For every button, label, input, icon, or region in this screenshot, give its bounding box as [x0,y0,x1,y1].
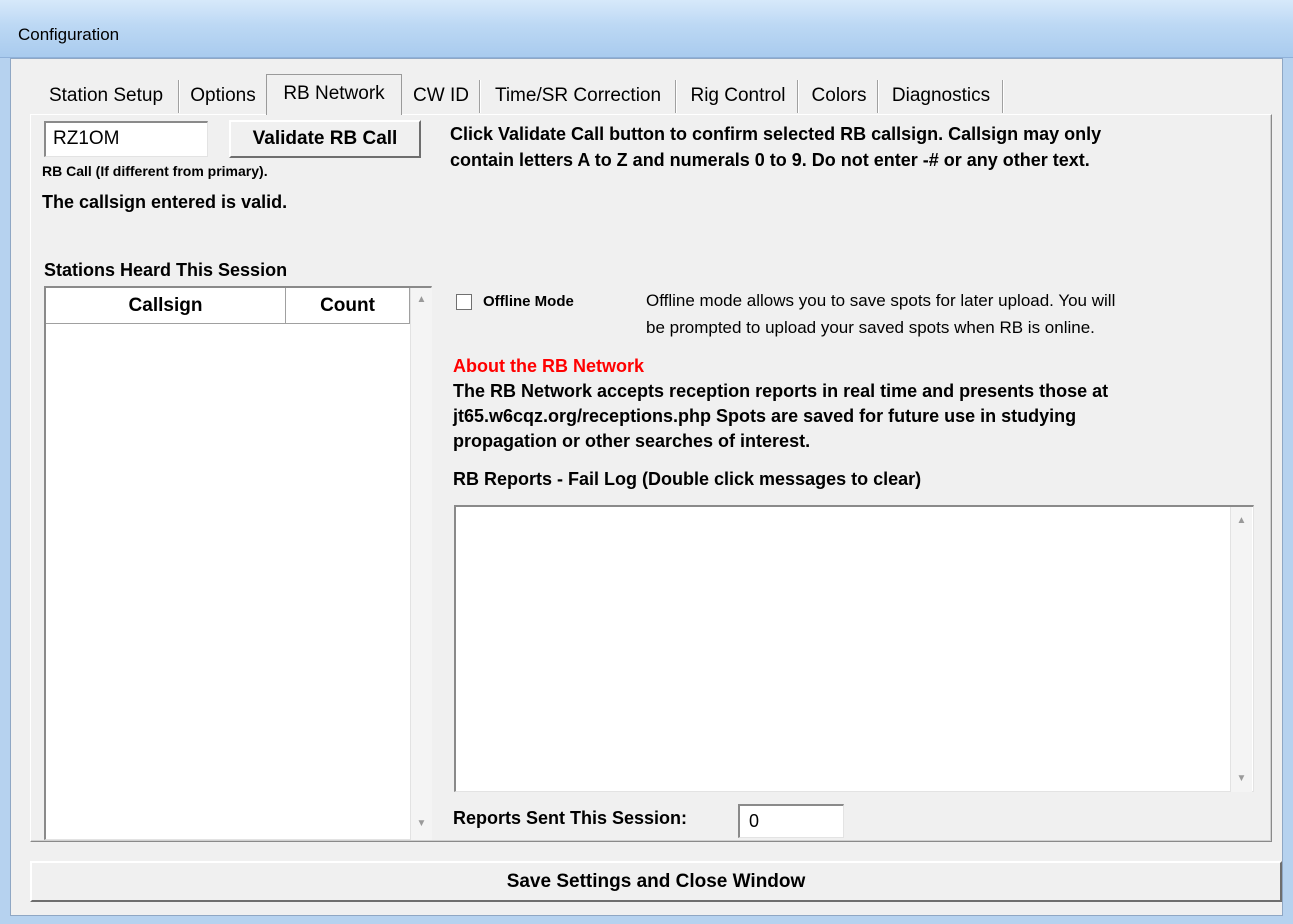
tab-diagnostics[interactable]: Diagnostics [881,80,1001,114]
column-header-callsign[interactable]: Callsign [46,288,286,324]
about-heading: About the RB Network [453,356,644,376]
fail-log-scrollbar[interactable]: ▲ ▼ [1230,507,1252,792]
about-line-3: propagation or other searches of interes… [453,431,811,451]
stations-list-scrollbar[interactable]: ▲ ▼ [410,288,432,840]
scroll-up-arrow-icon[interactable]: ▲ [411,294,432,305]
stations-heard-heading: Stations Heard This Session [44,260,288,280]
scroll-up-arrow-icon[interactable]: ▲ [1231,515,1252,526]
tab-divider [797,80,799,113]
fail-log-heading: RB Reports - Fail Log (Double click mess… [453,469,922,489]
tab-divider [479,80,481,113]
reports-sent-label: Reports Sent This Session: [453,808,688,828]
tab-divider [877,80,879,113]
column-header-count[interactable]: Count [286,288,410,324]
tab-colors[interactable]: Colors [801,80,877,114]
offline-mode-checkbox[interactable] [456,294,472,310]
scroll-down-arrow-icon[interactable]: ▼ [411,818,432,829]
instructions-line-2: contain letters A to Z and numerals 0 to… [450,150,1090,170]
tab-cw-id[interactable]: CW ID [404,80,478,114]
tab-divider [178,80,180,113]
scroll-down-arrow-icon[interactable]: ▼ [1231,773,1252,784]
validation-status-text: The callsign entered is valid. [42,192,288,212]
fail-log-textarea[interactable]: ▲ ▼ [454,505,1254,792]
tab-time-sr-correction[interactable]: Time/SR Correction [483,80,673,114]
offline-mode-label[interactable]: Offline Mode [483,293,574,310]
reports-sent-field[interactable]: 0 [738,804,844,838]
tab-divider [1002,80,1004,113]
window-frame-bottom [0,916,1293,924]
tab-options[interactable]: Options [182,80,264,114]
tab-station-setup[interactable]: Station Setup [36,80,176,114]
rb-call-input[interactable]: RZ1OM [44,121,208,157]
offline-mode-description-1: Offline mode allows you to save spots fo… [646,291,1116,310]
tab-divider [675,80,677,113]
tab-rb-network[interactable]: RB Network [266,74,402,115]
window-title: Configuration [18,25,120,44]
rb-call-caption: RB Call (If different from primary). [42,163,268,179]
tab-rig-control[interactable]: Rig Control [679,80,797,114]
window-frame-right [1283,58,1293,924]
window-titlebar[interactable] [0,0,1293,58]
instructions-line-1: Click Validate Call button to confirm se… [450,124,1102,144]
save-settings-close-button[interactable]: Save Settings and Close Window [30,861,1282,902]
window-frame-left [0,58,10,924]
about-line-2: jt65.w6cqz.org/receptions.php Spots are … [453,406,1077,426]
validate-rb-call-button[interactable]: Validate RB Call [229,120,421,158]
stations-heard-list[interactable]: Callsign Count ▲ ▼ [44,286,432,840]
offline-mode-description-2: be prompted to upload your saved spots w… [646,318,1095,337]
about-line-1: The RB Network accepts reception reports… [453,381,1109,401]
